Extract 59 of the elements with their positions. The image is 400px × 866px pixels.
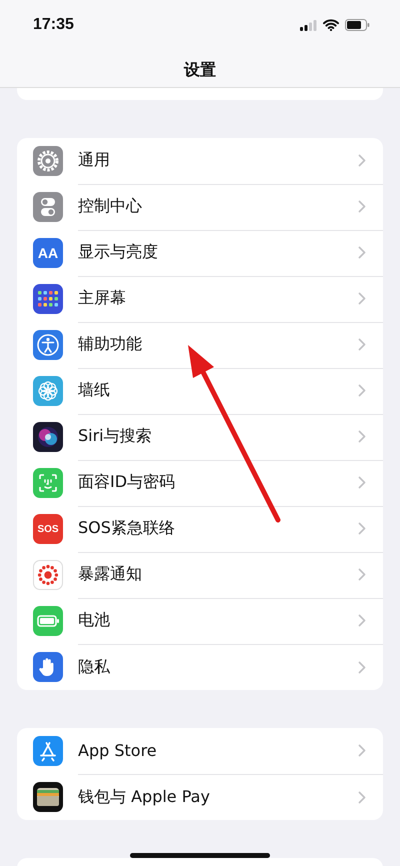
settings-row[interactable]: 通用: [17, 138, 383, 184]
battery-status-icon: [345, 19, 370, 31]
row-label: 隐私: [78, 656, 110, 678]
chevron-icon: [358, 292, 366, 305]
settings-row[interactable]: Siri与搜索: [17, 414, 383, 460]
row-label: 辅助功能: [78, 334, 142, 355]
row-label: App Store: [78, 741, 157, 760]
chevron-icon: [358, 246, 366, 259]
status-time: 17:35: [33, 16, 74, 34]
sos-icon: SOS: [33, 514, 63, 544]
settings-row[interactable]: 电池: [17, 598, 383, 644]
row-label: Siri与搜索: [78, 426, 152, 447]
chevron-icon: [358, 614, 366, 627]
flower-icon: [33, 376, 63, 406]
app-store-icon: [33, 736, 63, 766]
battery-icon: [33, 606, 63, 636]
settings-row[interactable]: 暴露通知: [17, 552, 383, 598]
page-title: 设置: [184, 60, 216, 81]
chevron-icon: [358, 384, 366, 397]
row-label: 墙纸: [78, 380, 110, 401]
chevron-icon: [358, 200, 366, 213]
toggles-icon: [33, 192, 63, 222]
chevron-icon: [358, 430, 366, 443]
face-icon: [33, 468, 63, 498]
chevron-icon: [358, 744, 366, 757]
chevron-icon: [358, 660, 366, 674]
row-label: 显示与亮度: [78, 242, 158, 263]
chevron-icon: [358, 154, 366, 167]
chevron-icon: [358, 476, 366, 489]
row-label: 暴露通知: [78, 564, 142, 585]
settings-row[interactable]: 墙纸: [17, 368, 383, 414]
row-label: 主屏幕: [78, 288, 126, 309]
row-label: 通用: [78, 150, 110, 171]
row-label: 钱包与 Apple Pay: [78, 786, 210, 808]
settings-row[interactable]: SOS SOS紧急联络: [17, 506, 383, 552]
settings-row[interactable]: AA 显示与亮度: [17, 230, 383, 276]
row-label: 电池: [78, 610, 110, 631]
settings-row[interactable]: 隐私: [17, 644, 383, 690]
signal-icon: [300, 20, 317, 30]
accessibility-icon: [33, 330, 63, 360]
text-size-icon: AA: [33, 238, 63, 268]
settings-row[interactable]: 控制中心: [17, 184, 383, 230]
hand-icon: [33, 652, 63, 682]
settings-row[interactable]: 主屏幕: [17, 276, 383, 322]
settings-row[interactable]: 面容ID与密码: [17, 460, 383, 506]
grid-icon: [33, 284, 63, 314]
settings-icon: [33, 146, 63, 176]
settings-row[interactable]: 钱包与 Apple Pay: [17, 774, 383, 820]
orb-icon: [33, 422, 63, 452]
chevron-icon: [358, 790, 366, 804]
chevron-icon: [358, 522, 366, 535]
row-label: SOS紧急联络: [78, 518, 175, 539]
wallet-icon: [33, 782, 63, 812]
settings-row[interactable]: App Store: [17, 728, 383, 774]
chevron-icon: [358, 338, 366, 351]
row-label: 面容ID与密码: [78, 472, 176, 493]
row-label: 控制中心: [78, 196, 142, 217]
chevron-icon: [358, 568, 366, 581]
wifi-icon: [323, 19, 339, 31]
